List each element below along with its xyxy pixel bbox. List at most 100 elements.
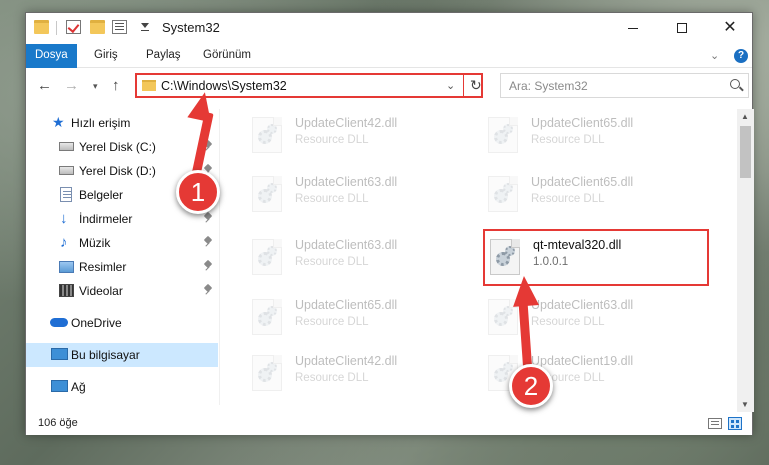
properties-icon[interactable] bbox=[112, 20, 127, 34]
tab-paylas[interactable]: Paylaş bbox=[137, 44, 190, 68]
maximize-icon bbox=[677, 23, 687, 33]
pin-icon[interactable] bbox=[204, 213, 212, 223]
file-name: UpdateClient19.dll bbox=[531, 354, 634, 368]
file-item[interactable]: UpdateClient63.dll Resource DLL bbox=[244, 168, 469, 220]
drive-icon bbox=[59, 142, 74, 151]
dll-file-icon bbox=[252, 299, 282, 335]
dll-file-icon bbox=[488, 176, 518, 212]
file-type: Resource DLL bbox=[531, 193, 605, 205]
gear-icon bbox=[503, 362, 513, 372]
navigation-pane: ★ Hızlı erişim Yerel Disk (C:) Yerel Dis… bbox=[26, 109, 218, 405]
file-name: UpdateClient65.dll bbox=[531, 175, 634, 189]
pin-icon[interactable] bbox=[204, 237, 212, 247]
step-badge-2: 2 bbox=[509, 364, 553, 408]
scroll-down-icon[interactable]: ▼ bbox=[741, 400, 749, 409]
documents-icon bbox=[60, 187, 72, 202]
folder-icon[interactable] bbox=[34, 20, 49, 34]
step-badge-1: 1 bbox=[176, 170, 220, 214]
tab-dosya[interactable]: Dosya bbox=[26, 44, 77, 68]
navigation-bar: ← → ▾ ↑ C:\Windows\System32 ⌄ ↻ Ara: Sys… bbox=[26, 69, 752, 102]
file-item[interactable]: UpdateClient42.dll Resource DLL bbox=[244, 347, 469, 399]
address-path[interactable]: C:\Windows\System32 bbox=[161, 79, 287, 93]
large-icons-view-icon[interactable] bbox=[728, 417, 742, 430]
quick-access-divider bbox=[56, 21, 57, 35]
pane-divider[interactable] bbox=[219, 109, 220, 405]
sidebar-item-pictures[interactable]: Resimler bbox=[26, 255, 218, 279]
scroll-up-icon[interactable]: ▲ bbox=[741, 112, 749, 121]
minimize-icon bbox=[628, 27, 638, 29]
sidebar-item-label: OneDrive bbox=[71, 316, 122, 330]
file-name: UpdateClient63.dll bbox=[531, 298, 634, 312]
file-type: Resource DLL bbox=[295, 372, 369, 384]
address-divider bbox=[463, 75, 464, 96]
tab-giris[interactable]: Giriş bbox=[85, 44, 127, 68]
new-folder-icon[interactable] bbox=[90, 20, 105, 34]
customize-toolbar-chevron-icon[interactable] bbox=[141, 23, 149, 28]
dll-file-icon bbox=[252, 239, 282, 275]
pictures-icon bbox=[59, 261, 74, 273]
window-title: System32 bbox=[162, 20, 220, 35]
file-type: Resource DLL bbox=[295, 316, 369, 328]
file-item[interactable]: UpdateClient42.dll Resource DLL bbox=[244, 109, 469, 161]
downloads-icon: ↓ bbox=[60, 210, 68, 227]
refresh-icon[interactable]: ↻ bbox=[470, 77, 482, 94]
dll-file-icon bbox=[252, 176, 282, 212]
sidebar-item-label: Yerel Disk (C:) bbox=[79, 140, 156, 154]
sidebar-item-onedrive[interactable]: OneDrive bbox=[26, 311, 218, 335]
network-icon bbox=[51, 380, 68, 392]
sidebar-item-local-disk-c[interactable]: Yerel Disk (C:) bbox=[26, 135, 218, 159]
pin-icon[interactable] bbox=[204, 261, 212, 271]
customize-toolbar-underline bbox=[141, 30, 149, 31]
pin-icon[interactable] bbox=[204, 285, 212, 295]
sidebar-item-label: Müzik bbox=[79, 236, 111, 250]
file-item[interactable]: UpdateClient65.dll Resource DLL bbox=[480, 168, 705, 220]
file-name: UpdateClient63.dll bbox=[295, 175, 398, 189]
annotation-arrowhead-2 bbox=[510, 275, 540, 307]
sidebar-item-music[interactable]: ♪ Müzik bbox=[26, 231, 218, 255]
expand-ribbon-chevron-icon[interactable]: ⌄ bbox=[710, 49, 719, 62]
sidebar-item-label: İndirmeler bbox=[79, 212, 133, 226]
address-bar[interactable]: C:\Windows\System32 ⌄ ↻ bbox=[135, 73, 483, 98]
gear-icon bbox=[267, 183, 277, 193]
sidebar-item-label: Belgeler bbox=[79, 188, 124, 202]
back-arrow-icon[interactable]: ← bbox=[37, 77, 52, 94]
computer-icon bbox=[51, 348, 68, 360]
file-name: UpdateClient65.dll bbox=[531, 116, 634, 130]
sidebar-item-network[interactable]: Ağ bbox=[26, 375, 218, 399]
help-icon[interactable]: ? bbox=[734, 49, 748, 63]
file-name: UpdateClient42.dll bbox=[295, 116, 398, 130]
title-bar: System32 ✕ bbox=[26, 13, 752, 44]
music-icon: ♪ bbox=[60, 234, 68, 251]
tab-gorunum[interactable]: Görünüm bbox=[194, 44, 260, 68]
dll-file-icon bbox=[252, 117, 282, 153]
search-placeholder[interactable]: Ara: System32 bbox=[509, 79, 588, 93]
checkmark-icon[interactable] bbox=[66, 20, 81, 34]
close-button[interactable]: ✕ bbox=[707, 13, 753, 43]
sidebar-item-videos[interactable]: Videolar bbox=[26, 279, 218, 303]
up-arrow-icon[interactable]: ↑ bbox=[112, 77, 120, 94]
file-item[interactable]: UpdateClient63.dll Resource DLL bbox=[244, 231, 469, 283]
vertical-scrollbar[interactable]: ▲ ▼ bbox=[737, 109, 754, 412]
file-item[interactable]: UpdateClient65.dll Resource DLL bbox=[244, 291, 469, 343]
close-icon: ✕ bbox=[723, 19, 737, 36]
forward-arrow-icon[interactable]: → bbox=[64, 77, 79, 94]
minimize-button[interactable] bbox=[610, 13, 656, 43]
sidebar-item-label: Yerel Disk (D:) bbox=[79, 164, 156, 178]
address-history-chevron-icon[interactable]: ⌄ bbox=[446, 79, 455, 92]
sidebar-item-label: Hızlı erişim bbox=[71, 116, 131, 130]
scrollbar-thumb[interactable] bbox=[740, 126, 751, 178]
search-box[interactable]: Ara: System32 bbox=[500, 73, 749, 98]
file-type: Resource DLL bbox=[295, 256, 369, 268]
gear-icon bbox=[267, 246, 277, 256]
explorer-window: System32 ✕ Dosya Giriş Paylaş Görünüm ⌄ … bbox=[25, 12, 754, 435]
details-view-icon[interactable] bbox=[708, 418, 722, 429]
videos-icon bbox=[59, 284, 74, 297]
gear-icon bbox=[503, 183, 513, 193]
file-item[interactable]: UpdateClient65.dll Resource DLL bbox=[480, 109, 705, 161]
item-count: 106 öğe bbox=[38, 417, 78, 429]
recent-locations-chevron-icon[interactable]: ▾ bbox=[93, 81, 98, 92]
search-icon[interactable] bbox=[730, 79, 740, 89]
file-type: Resource DLL bbox=[295, 193, 369, 205]
maximize-button[interactable] bbox=[659, 13, 705, 43]
sidebar-item-this-pc[interactable]: Bu bilgisayar bbox=[26, 343, 218, 367]
